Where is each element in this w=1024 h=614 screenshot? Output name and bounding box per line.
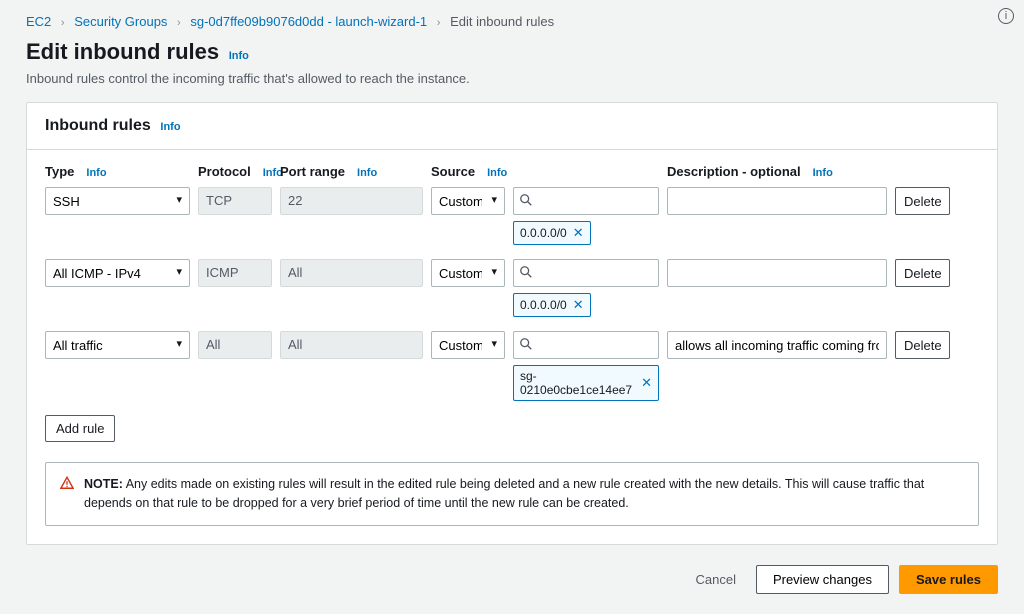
delete-button[interactable]: Delete (895, 259, 950, 287)
source-search-input[interactable] (513, 331, 659, 359)
preview-changes-button[interactable]: Preview changes (756, 565, 889, 594)
tag-text: sg-0210e0cbe1ce14ee7 (520, 369, 635, 397)
warning-icon (60, 475, 74, 513)
search-icon (519, 337, 533, 351)
info-link[interactable]: Info (160, 121, 180, 133)
source-type-select[interactable]: Custom (431, 187, 505, 215)
info-link[interactable]: Info (86, 167, 106, 179)
description-input[interactable] (667, 259, 887, 287)
tag-text: 0.0.0.0/0 (520, 226, 567, 240)
description-input[interactable] (667, 331, 887, 359)
search-icon (519, 265, 533, 279)
rule-row: All traffic All All Custom sg-0210e0cbe1ce14… (45, 331, 979, 401)
type-select[interactable]: All ICMP - IPv4 (45, 259, 190, 287)
info-link[interactable]: Info (357, 167, 377, 179)
page-subtitle: Inbound rules control the incoming traff… (26, 71, 998, 86)
source-tag: 0.0.0.0/0 ✕ (513, 293, 591, 317)
type-select[interactable]: All traffic (45, 331, 190, 359)
chevron-right-icon: › (177, 17, 181, 29)
close-icon[interactable]: ✕ (573, 225, 584, 241)
delete-button[interactable]: Delete (895, 187, 950, 215)
page-title: Edit inbound rules (26, 39, 219, 65)
source-type-select[interactable]: Custom (431, 331, 505, 359)
delete-button[interactable]: Delete (895, 331, 950, 359)
info-link[interactable]: Info (487, 167, 507, 179)
col-description: Description - optional (667, 164, 801, 179)
source-search-input[interactable] (513, 259, 659, 287)
cancel-button[interactable]: Cancel (685, 565, 745, 594)
info-link[interactable]: Info (229, 50, 249, 62)
col-type: Type (45, 164, 74, 179)
inbound-rules-panel: Inbound rules Info Type Info Protocol Info… (26, 102, 998, 545)
port-field: All (280, 331, 423, 359)
breadcrumb-link-sg[interactable]: Security Groups (74, 14, 167, 29)
search-icon (519, 193, 533, 207)
col-protocol: Protocol (198, 164, 251, 179)
source-type-select[interactable]: Custom (431, 259, 505, 287)
info-link[interactable]: Info (813, 167, 833, 179)
protocol-field: All (198, 331, 272, 359)
source-tag: sg-0210e0cbe1ce14ee7 ✕ (513, 365, 659, 401)
source-tag: 0.0.0.0/0 ✕ (513, 221, 591, 245)
source-search-input[interactable] (513, 187, 659, 215)
close-icon[interactable]: ✕ (573, 297, 584, 313)
protocol-field: TCP (198, 187, 272, 215)
protocol-field: ICMP (198, 259, 272, 287)
breadcrumb: EC2 › Security Groups › sg-0d7ffe09b9076… (26, 14, 998, 29)
save-rules-button[interactable]: Save rules (899, 565, 998, 594)
chevron-right-icon: › (437, 17, 441, 29)
rule-row: All ICMP - IPv4 ICMP All Custom 0.0.0.0/0 ✕ De… (45, 259, 979, 317)
help-icon[interactable]: i (998, 8, 1014, 24)
panel-title: Inbound rules (45, 117, 151, 135)
add-rule-button[interactable]: Add rule (45, 415, 115, 442)
close-icon[interactable]: ✕ (641, 375, 652, 391)
rule-row: SSH TCP 22 Custom 0.0.0.0/0 ✕ Delete (45, 187, 979, 245)
note-text: Any edits made on existing rules will re… (84, 477, 924, 510)
chevron-right-icon: › (61, 17, 65, 29)
note-box: NOTE: Any edits made on existing rules w… (45, 462, 979, 526)
tag-text: 0.0.0.0/0 (520, 298, 567, 312)
col-source: Source (431, 164, 475, 179)
breadcrumb-link-sg-id[interactable]: sg-0d7ffe09b9076d0dd - launch-wizard-1 (190, 14, 427, 29)
description-input[interactable] (667, 187, 887, 215)
footer-actions: Cancel Preview changes Save rules (26, 565, 998, 594)
port-field: All (280, 259, 423, 287)
col-port: Port range (280, 164, 345, 179)
port-field: 22 (280, 187, 423, 215)
breadcrumb-current: Edit inbound rules (450, 14, 554, 29)
note-label: NOTE: (84, 477, 123, 491)
type-select[interactable]: SSH (45, 187, 190, 215)
breadcrumb-link-ec2[interactable]: EC2 (26, 14, 51, 29)
